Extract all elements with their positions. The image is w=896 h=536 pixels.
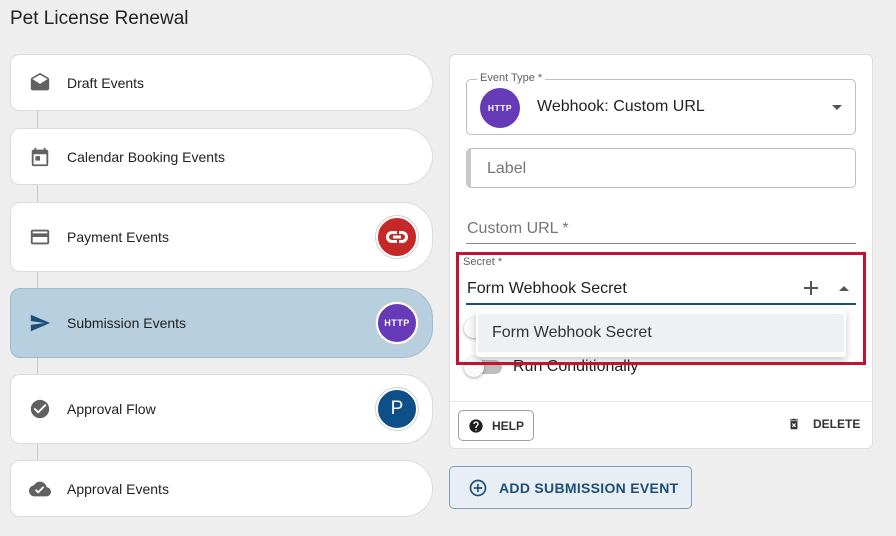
event-item-calendar-booking[interactable]: Calendar Booking Events [10,128,433,185]
timeline-connector [37,270,38,290]
label-placeholder: Label [487,160,527,177]
timeline-connector [37,184,38,204]
payment-link-icon [376,216,418,258]
credit-card-icon [28,225,52,249]
http-badge: HTTP [376,302,418,344]
timeline-connector [37,356,38,376]
delete-button[interactable]: DELETE [787,416,860,432]
panel-divider [450,401,872,402]
event-item-label: Draft Events [67,74,145,91]
cloud-check-icon [28,477,52,501]
event-item-submission[interactable]: Submission Events HTTP [10,288,433,358]
envelope-open-icon [28,71,52,95]
chevron-down-icon[interactable] [832,105,842,110]
approval-avatar-badge: P [376,388,418,430]
calendar-icon [28,145,52,169]
add-submission-event-button[interactable]: ADD SUBMISSION EVENT [449,466,692,509]
event-item-approval-events[interactable]: Approval Events [10,460,433,517]
event-item-label: Payment Events [67,229,169,245]
event-item-payment[interactable]: Payment Events [10,202,433,272]
http-badge: HTTP [480,88,520,128]
event-type-value: Webhook: Custom URL [537,98,705,115]
help-button[interactable]: HELP [458,410,534,441]
timeline-connector [37,110,38,130]
highlight-annotation [456,252,866,365]
help-icon [468,418,484,434]
send-icon [28,311,52,335]
event-item-draft[interactable]: Draft Events [10,54,433,111]
trash-icon [787,416,801,432]
add-circle-icon [468,478,488,498]
custom-url-field[interactable]: Custom URL * [467,220,569,238]
event-type-label: Event Type * [477,72,546,84]
add-submission-event-label: ADD SUBMISSION EVENT [499,479,679,496]
event-item-approval-flow[interactable]: Approval Flow P [10,374,433,444]
timeline-connector [37,442,38,462]
delete-label: DELETE [813,417,861,431]
page-title: Pet License Renewal [10,8,189,29]
event-item-label: Submission Events [67,315,187,331]
event-item-label: Approval Events [67,480,169,497]
check-circle-icon [28,397,52,421]
event-item-label: Calendar Booking Events [67,148,225,165]
custom-url-underline [466,243,856,244]
event-item-label: Approval Flow [67,401,156,417]
help-label: HELP [492,418,525,433]
